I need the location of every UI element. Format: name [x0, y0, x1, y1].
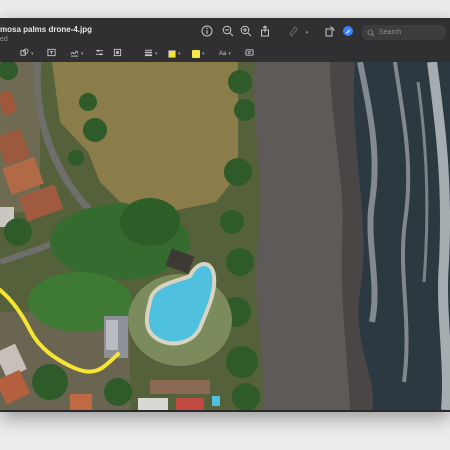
chevron-down-icon: ▾: [228, 50, 231, 57]
markup-icon: [342, 24, 354, 42]
adjust-icon: [95, 48, 104, 59]
sign-button[interactable]: ▾: [70, 48, 84, 59]
preview-window: mosa palms drone-4.jpg ed ▾ Search ▾ ▾ ▾…: [0, 18, 450, 412]
border-style-button[interactable]: ▾: [144, 48, 158, 59]
search-icon: [367, 29, 375, 37]
zoom-out-icon: [222, 24, 234, 42]
chevron-down-icon: ▾: [305, 30, 309, 36]
chevron-down-icon: ▾: [178, 50, 181, 57]
zoom-out-button[interactable]: [221, 24, 235, 42]
shapes-button[interactable]: ▾: [20, 48, 34, 59]
chevron-down-icon: ▾: [81, 50, 84, 57]
border-color-button[interactable]: ▾: [168, 48, 181, 59]
text-box-icon: [47, 48, 56, 59]
info-icon: [201, 24, 213, 42]
chevron-down-icon: ▾: [202, 50, 205, 57]
rotate-button[interactable]: [323, 26, 337, 40]
sign-icon: [70, 48, 79, 59]
border-style-icon: [144, 48, 153, 59]
description-button[interactable]: [245, 48, 254, 59]
chevron-down-icon: ▾: [155, 50, 158, 57]
shapes-icon: [20, 48, 29, 59]
highlighter-icon: [287, 24, 299, 42]
window-title: mosa palms drone-4.jpg: [0, 25, 93, 34]
search-placeholder: Search: [379, 29, 402, 36]
window-subtitle: ed: [0, 36, 8, 43]
markup-button[interactable]: [341, 26, 355, 40]
description-icon: [245, 48, 254, 59]
share-button[interactable]: [258, 24, 272, 42]
highlight-button[interactable]: [286, 26, 300, 40]
zoom-in-button[interactable]: [239, 24, 253, 42]
text-style-button[interactable]: Aa ▾: [219, 48, 231, 59]
chevron-down-icon: ▾: [31, 50, 34, 57]
crop-button[interactable]: [113, 48, 122, 59]
fill-color-icon: [192, 49, 200, 58]
share-icon: [259, 24, 271, 42]
rotate-icon: [324, 24, 336, 42]
border-color-icon: [168, 49, 176, 58]
drone-photo: [0, 62, 450, 410]
fill-color-button[interactable]: ▾: [192, 48, 205, 59]
text-box-button[interactable]: [47, 48, 56, 59]
crop-icon: [113, 48, 122, 59]
info-button[interactable]: [200, 24, 214, 42]
search-field[interactable]: Search: [362, 25, 446, 40]
zoom-in-icon: [240, 24, 252, 42]
highlight-menu-button[interactable]: ▾: [303, 26, 311, 40]
image-canvas[interactable]: [0, 62, 450, 410]
markup-toolbar: ▾ ▾ ▾ ▾ ▾ Aa ▾: [0, 46, 450, 62]
adjust-color-button[interactable]: [95, 48, 104, 59]
text-style-icon: Aa: [219, 50, 227, 57]
